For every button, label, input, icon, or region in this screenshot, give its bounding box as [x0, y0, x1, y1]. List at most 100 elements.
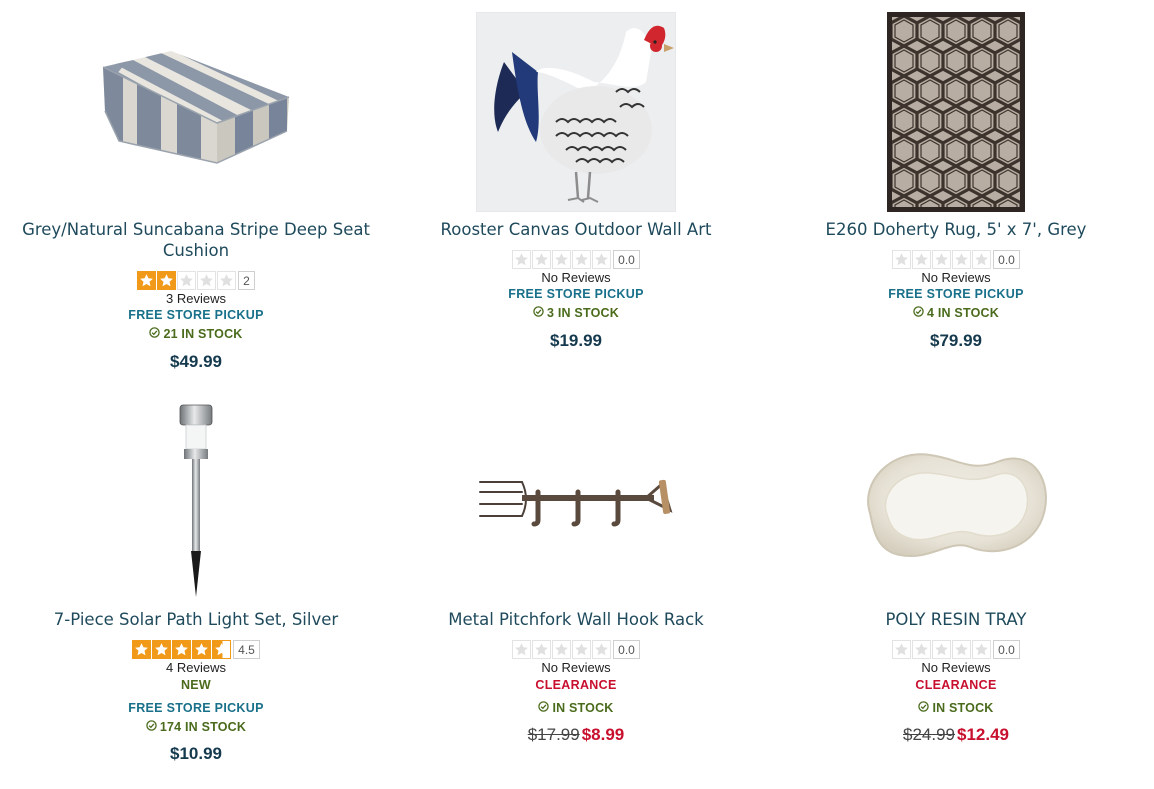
star-icon — [512, 639, 532, 659]
solar-path-light-image[interactable] — [178, 403, 214, 598]
resin-tray-image[interactable] — [860, 443, 1050, 565]
stock-text: 3 IN STOCK — [547, 306, 619, 320]
star-icon — [572, 639, 592, 659]
stock-text: 174 IN STOCK — [159, 720, 247, 734]
rating-stars: 0.0 — [386, 249, 766, 269]
sale-price: $12.49 — [957, 725, 1009, 744]
rooster-canvas-image[interactable] — [475, 11, 677, 213]
geometric-rug-image[interactable] — [887, 12, 1025, 212]
stock-text: IN STOCK — [552, 701, 614, 715]
star-icon — [972, 639, 992, 659]
star-icon — [592, 249, 612, 269]
rating-stars: 4.5 — [6, 639, 386, 659]
check-circle-icon — [538, 701, 550, 716]
star-icon — [952, 249, 972, 269]
product-price: $49.99 — [170, 352, 222, 371]
review-count[interactable]: No Reviews — [766, 270, 1146, 285]
rating-value: 0.0 — [613, 639, 640, 659]
stock-text: IN STOCK — [932, 701, 994, 715]
original-price: $24.99 — [903, 725, 955, 744]
star-group — [512, 249, 612, 269]
review-count[interactable]: 4 Reviews — [6, 660, 386, 675]
striped-cushion-image[interactable] — [101, 45, 291, 175]
star-icon — [212, 639, 232, 659]
product-price: $10.99 — [170, 744, 222, 763]
check-circle-icon — [146, 720, 157, 735]
review-count[interactable]: No Reviews — [766, 660, 1146, 675]
free-store-pickup: FREE STORE PICKUP — [128, 701, 264, 715]
stock-status: IN STOCK — [766, 701, 1146, 716]
review-count[interactable]: No Reviews — [386, 660, 766, 675]
stock-status: 3 IN STOCK — [386, 306, 766, 321]
stock-status: IN STOCK — [386, 701, 766, 716]
rating-stars: 0.0 — [766, 249, 1146, 269]
review-count[interactable]: No Reviews — [386, 270, 766, 285]
original-price: $17.99 — [527, 725, 580, 744]
stock-text: 4 IN STOCK — [927, 306, 999, 320]
star-icon — [912, 639, 932, 659]
rating-value: 4.5 — [233, 639, 260, 659]
rating-value: 0.0 — [993, 639, 1020, 659]
stock-status: 174 IN STOCK — [6, 720, 386, 735]
star-icon — [532, 249, 552, 269]
product-title[interactable]: Metal Pitchfork Wall Hook Rack — [386, 609, 766, 630]
review-count[interactable]: 3 Reviews — [6, 291, 386, 306]
sale-price: $8.99 — [581, 725, 625, 744]
free-store-pickup: FREE STORE PICKUP — [128, 308, 264, 322]
star-icon — [592, 639, 612, 659]
star-icon — [132, 639, 152, 659]
rating-stars: 2 — [6, 270, 386, 290]
free-store-pickup: FREE STORE PICKUP — [508, 287, 644, 301]
star-group — [137, 270, 237, 290]
check-circle-icon — [149, 327, 161, 342]
star-icon — [892, 639, 912, 659]
product-price: $79.99 — [930, 331, 982, 350]
product-price: $17.99 $8.99 — [386, 725, 766, 745]
star-icon — [572, 249, 592, 269]
star-icon — [912, 249, 932, 269]
product-title[interactable]: Rooster Canvas Outdoor Wall Art — [386, 219, 766, 240]
star-icon — [217, 270, 237, 290]
star-icon — [932, 249, 952, 269]
free-store-pickup: FREE STORE PICKUP — [888, 287, 1024, 301]
product-title[interactable]: 7-Piece Solar Path Light Set, Silver — [6, 609, 386, 630]
rating-value: 0.0 — [993, 249, 1020, 269]
star-icon — [157, 270, 177, 290]
product-title-line[interactable]: Grey/Natural Suncabana Stripe Deep Seat — [6, 219, 386, 240]
star-icon — [952, 639, 972, 659]
rating-value: 2 — [238, 270, 255, 290]
star-icon — [552, 249, 572, 269]
product-title[interactable]: POLY RESIN TRAY — [766, 609, 1146, 630]
star-icon — [932, 639, 952, 659]
stock-status: 21 IN STOCK — [6, 327, 386, 342]
stock-text: 21 IN STOCK — [163, 327, 243, 341]
star-group — [132, 639, 232, 659]
product-price: $24.99 $12.49 — [766, 725, 1146, 745]
stock-status: 4 IN STOCK — [766, 306, 1146, 321]
star-icon — [172, 639, 192, 659]
product-title-line[interactable]: Cushion — [6, 240, 386, 261]
product-title[interactable]: Grey/Natural Suncabana Stripe Deep Seat … — [6, 219, 386, 261]
star-group — [512, 639, 612, 659]
rating-stars: 0.0 — [766, 639, 1146, 659]
star-icon — [177, 270, 197, 290]
star-icon — [512, 249, 532, 269]
rating-value: 0.0 — [613, 249, 640, 269]
star-icon — [137, 270, 157, 290]
star-group — [892, 639, 992, 659]
clearance-badge: CLEARANCE — [535, 678, 617, 692]
star-icon — [972, 249, 992, 269]
star-icon — [532, 639, 552, 659]
clearance-badge: CLEARANCE — [915, 678, 997, 692]
product-price: $19.99 — [550, 331, 602, 350]
check-circle-icon — [913, 306, 924, 321]
check-circle-icon — [533, 306, 544, 321]
new-badge: NEW — [180, 678, 212, 692]
pitchfork-hook-rack-image[interactable] — [478, 470, 674, 530]
star-icon — [197, 270, 217, 290]
star-icon — [552, 639, 572, 659]
star-icon — [192, 639, 212, 659]
product-title[interactable]: E260 Doherty Rug, 5' x 7', Grey — [766, 219, 1146, 240]
rating-stars: 0.0 — [386, 639, 766, 659]
star-group — [892, 249, 992, 269]
